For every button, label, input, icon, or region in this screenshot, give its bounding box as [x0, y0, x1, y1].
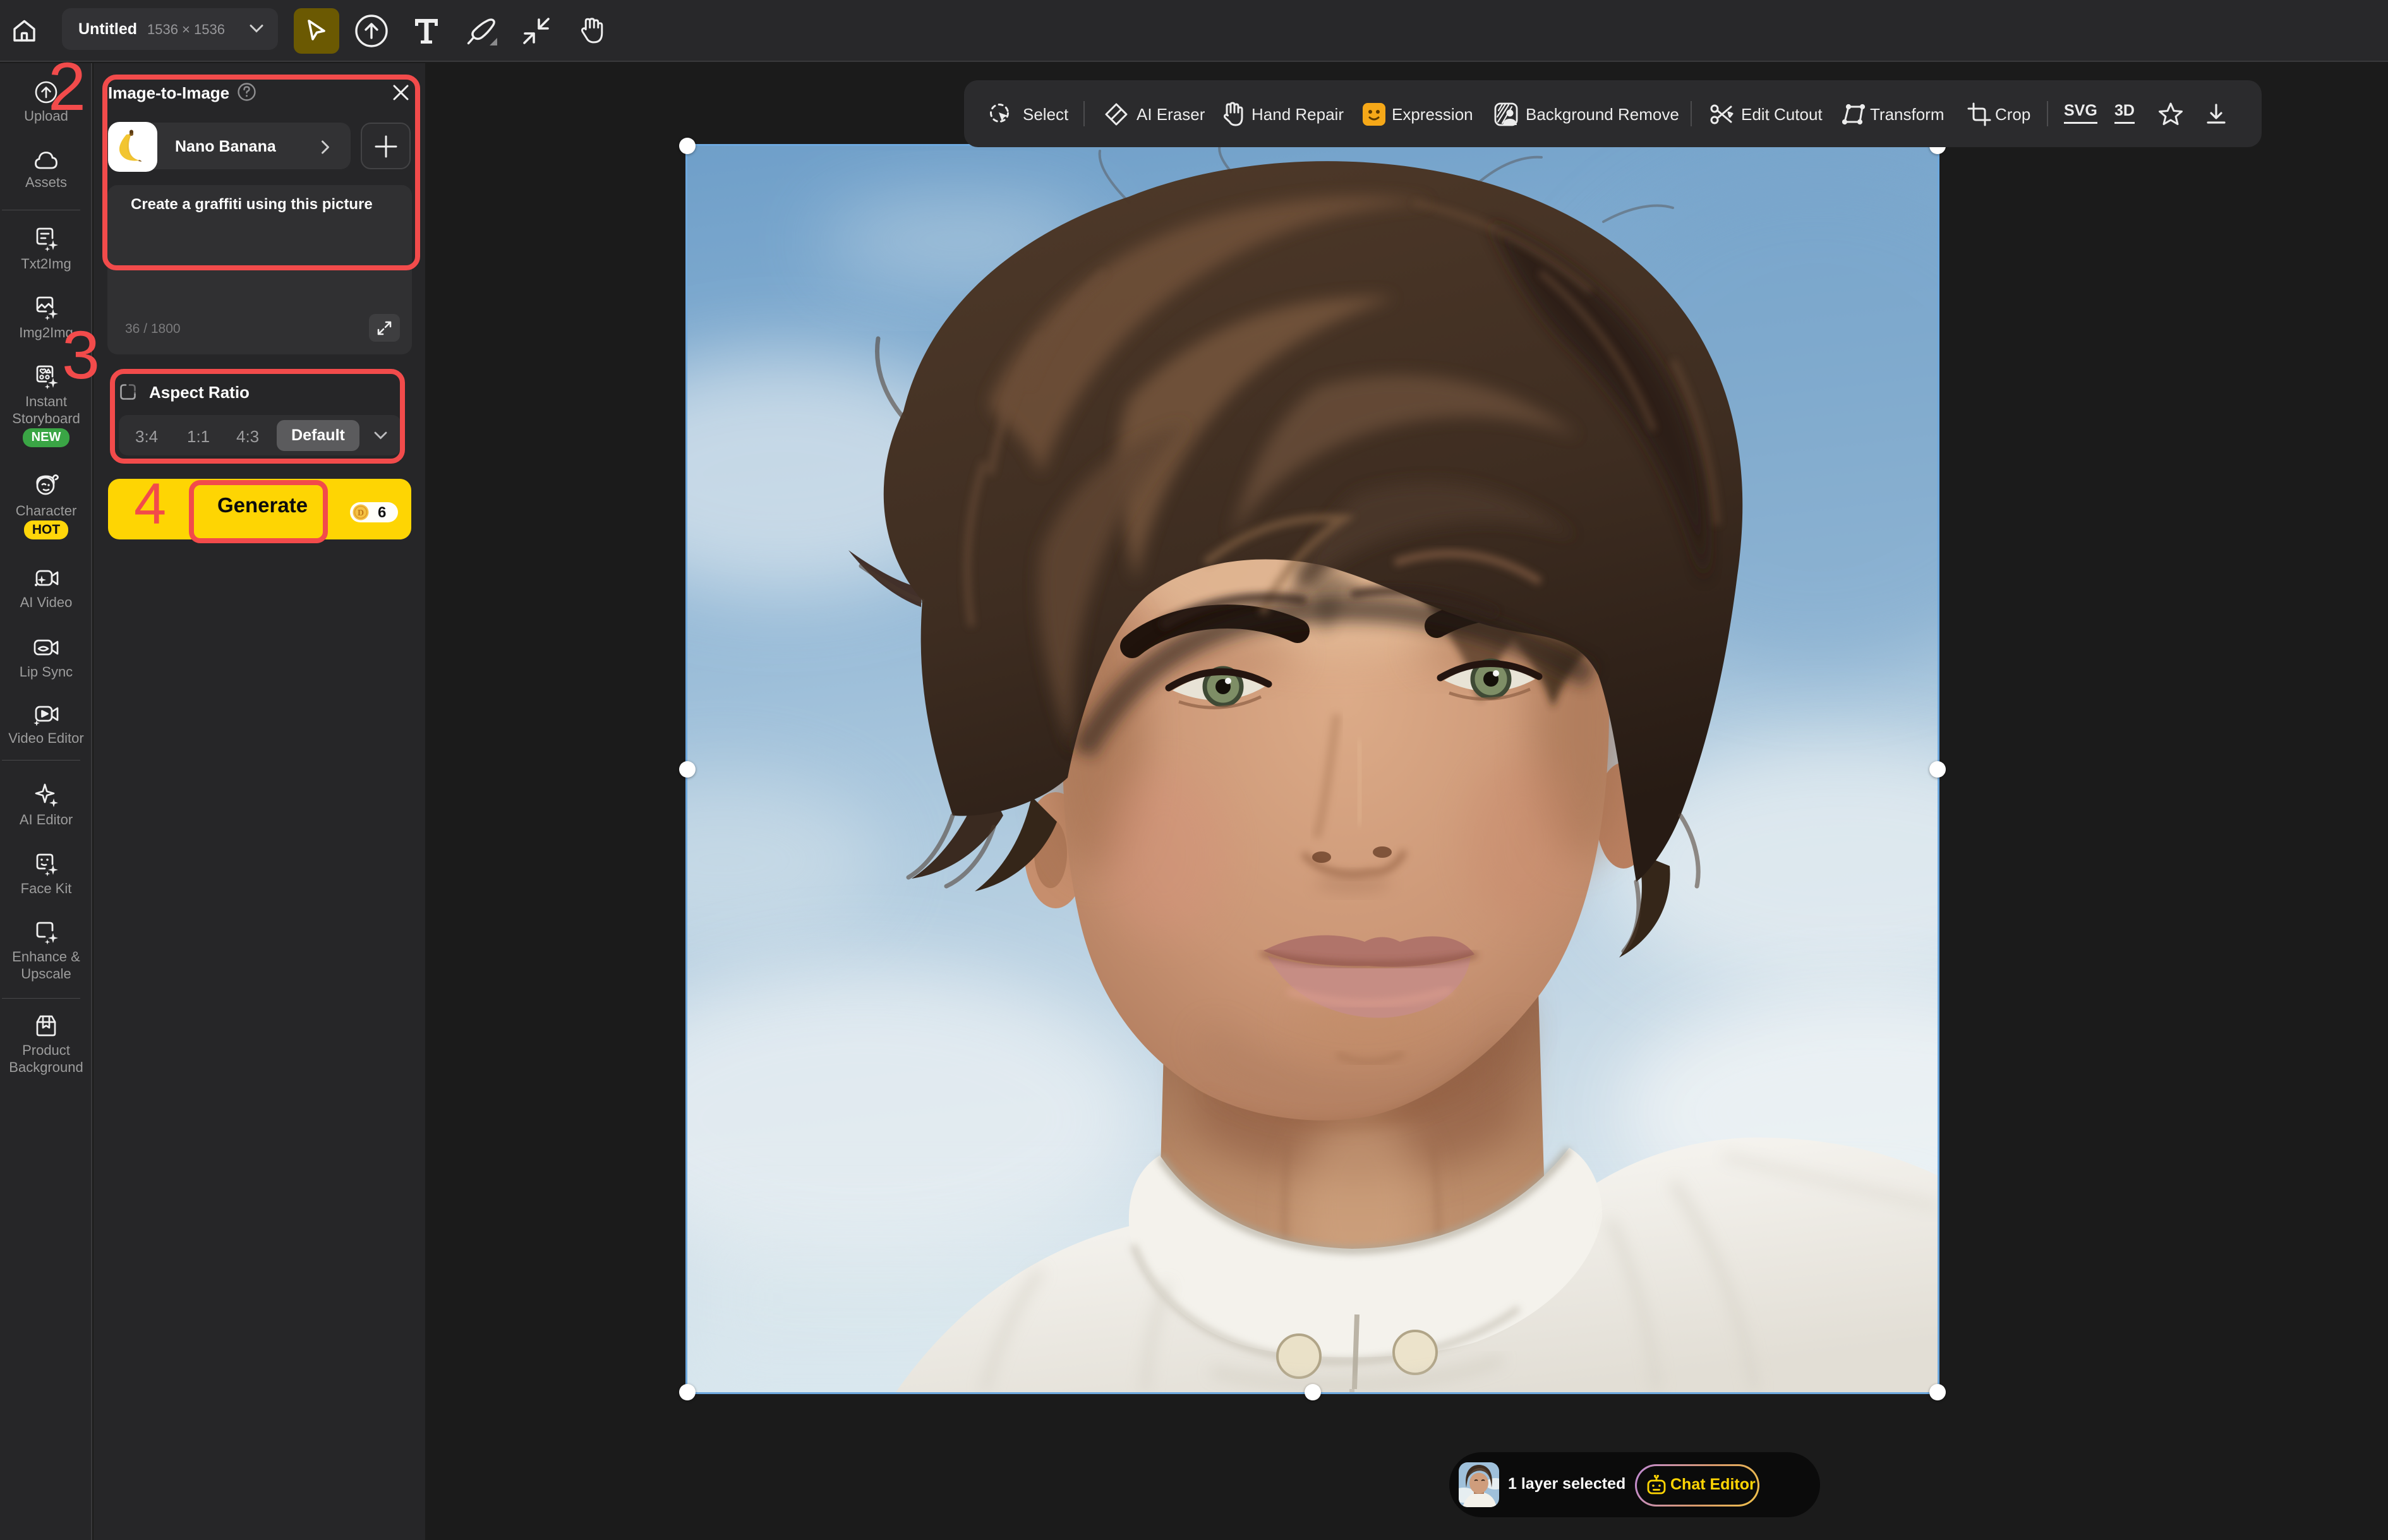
svg-text:D: D	[358, 508, 364, 518]
